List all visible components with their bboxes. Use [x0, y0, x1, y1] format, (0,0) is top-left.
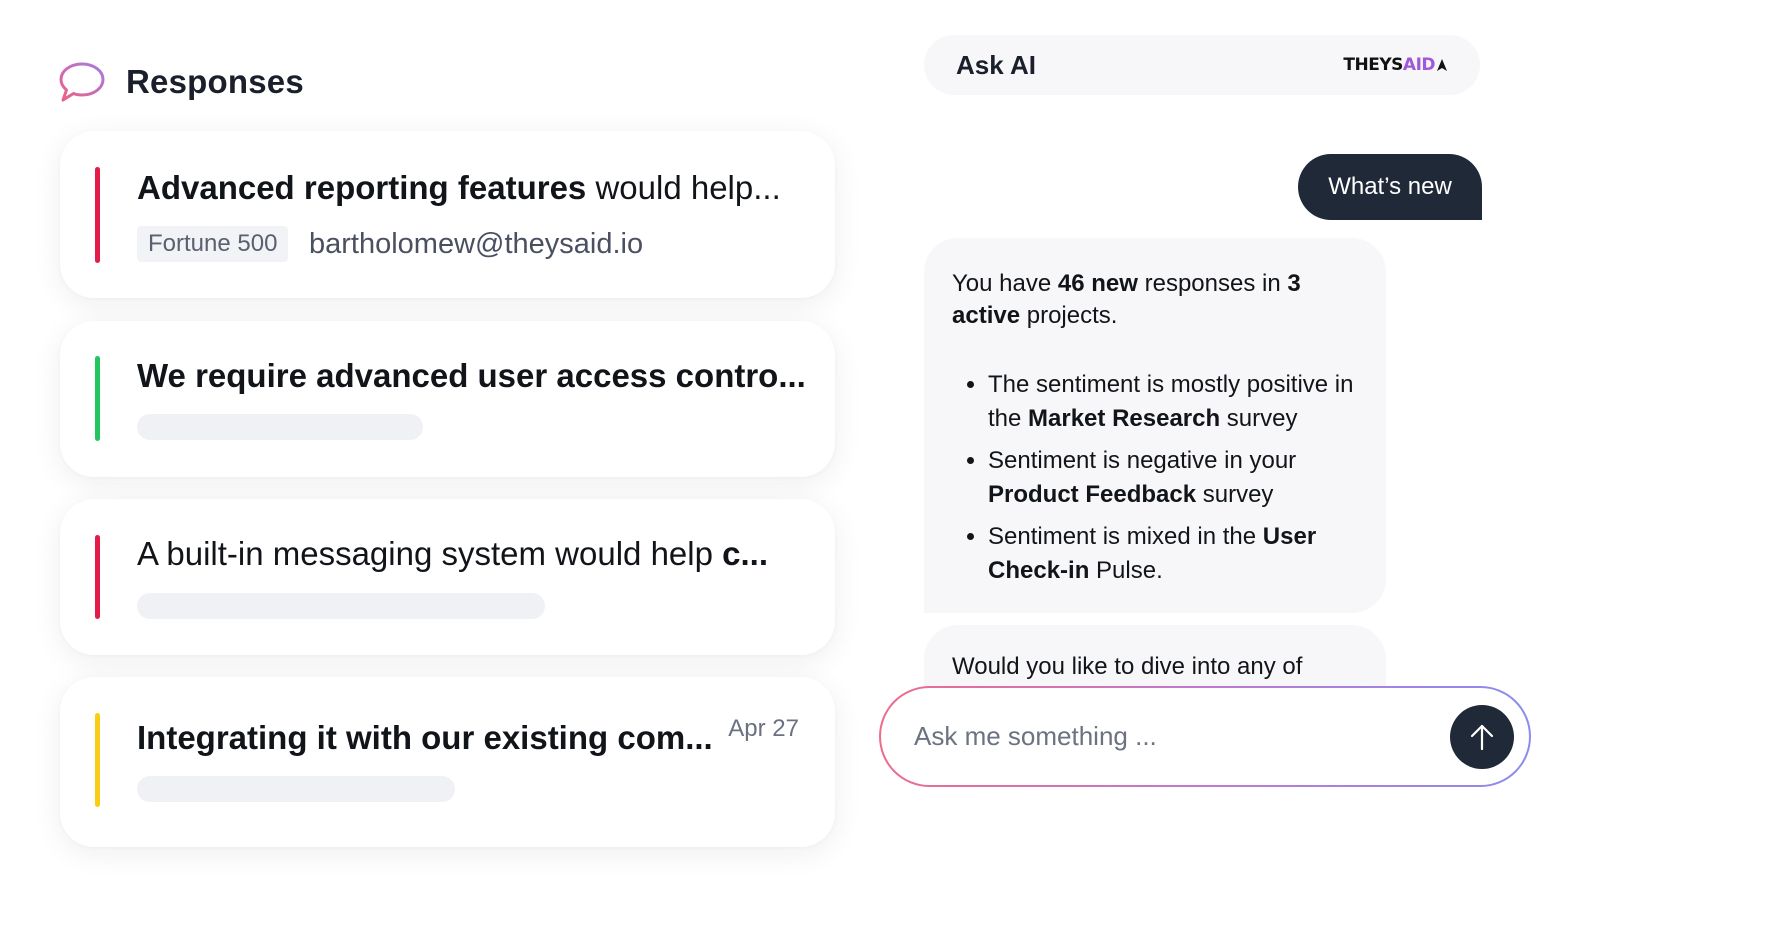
response-headline: A built-in messaging system would help c… [137, 535, 768, 572]
loading-placeholder [137, 593, 545, 619]
send-button[interactable] [1450, 704, 1514, 769]
response-headline: Integrating it with our existing com... [137, 719, 712, 756]
sentiment-indicator [95, 167, 100, 263]
response-card[interactable]: Integrating it with our existing com... … [60, 677, 835, 847]
sentiment-list: The sentiment is mostly positive in the … [952, 368, 1356, 588]
sentiment-indicator [95, 356, 100, 441]
page-title: Responses [126, 63, 304, 100]
respondent-email: bartholomew@theysaid.io [309, 228, 644, 260]
ai-message: You have 46 new responses in 3 active pr… [924, 238, 1386, 613]
segment-tag: Fortune 500 [137, 226, 289, 262]
response-headline: Advanced reporting features would help..… [137, 169, 781, 206]
user-message: What’s new [1298, 154, 1482, 220]
response-card[interactable]: Advanced reporting features would help..… [60, 131, 835, 298]
ask-ai-title: Ask AI [956, 49, 1036, 80]
ask-input-inner [881, 688, 1529, 785]
arrow-up-icon [1470, 724, 1494, 750]
list-item: Sentiment is negative in your Product Fe… [988, 444, 1356, 512]
response-date: Apr 27 [728, 715, 799, 742]
chat-bubble-icon [59, 62, 105, 102]
loading-placeholder [137, 776, 455, 802]
list-item: Sentiment is mixed in the User Check-in … [988, 520, 1356, 588]
ask-ai-header: Ask AI THEYS AID [924, 35, 1480, 95]
response-card[interactable]: A built-in messaging system would help c… [60, 499, 835, 655]
followup-text: Would you like to dive into any of [952, 653, 1303, 680]
sentiment-indicator [95, 535, 100, 619]
arrow-logo-icon [1437, 59, 1447, 71]
theysaid-logo: THEYS AID [1343, 55, 1448, 75]
response-card[interactable]: We require advanced user access contro..… [60, 321, 835, 477]
ask-input-container [879, 686, 1531, 787]
loading-placeholder [137, 414, 423, 440]
response-headline: We require advanced user access contro..… [137, 357, 806, 394]
ask-input[interactable] [914, 721, 1394, 752]
ai-summary: You have 46 new responses in 3 active pr… [952, 270, 1301, 329]
sentiment-indicator [95, 713, 100, 807]
list-item: The sentiment is mostly positive in the … [988, 368, 1356, 436]
responses-header: Responses [58, 60, 304, 104]
